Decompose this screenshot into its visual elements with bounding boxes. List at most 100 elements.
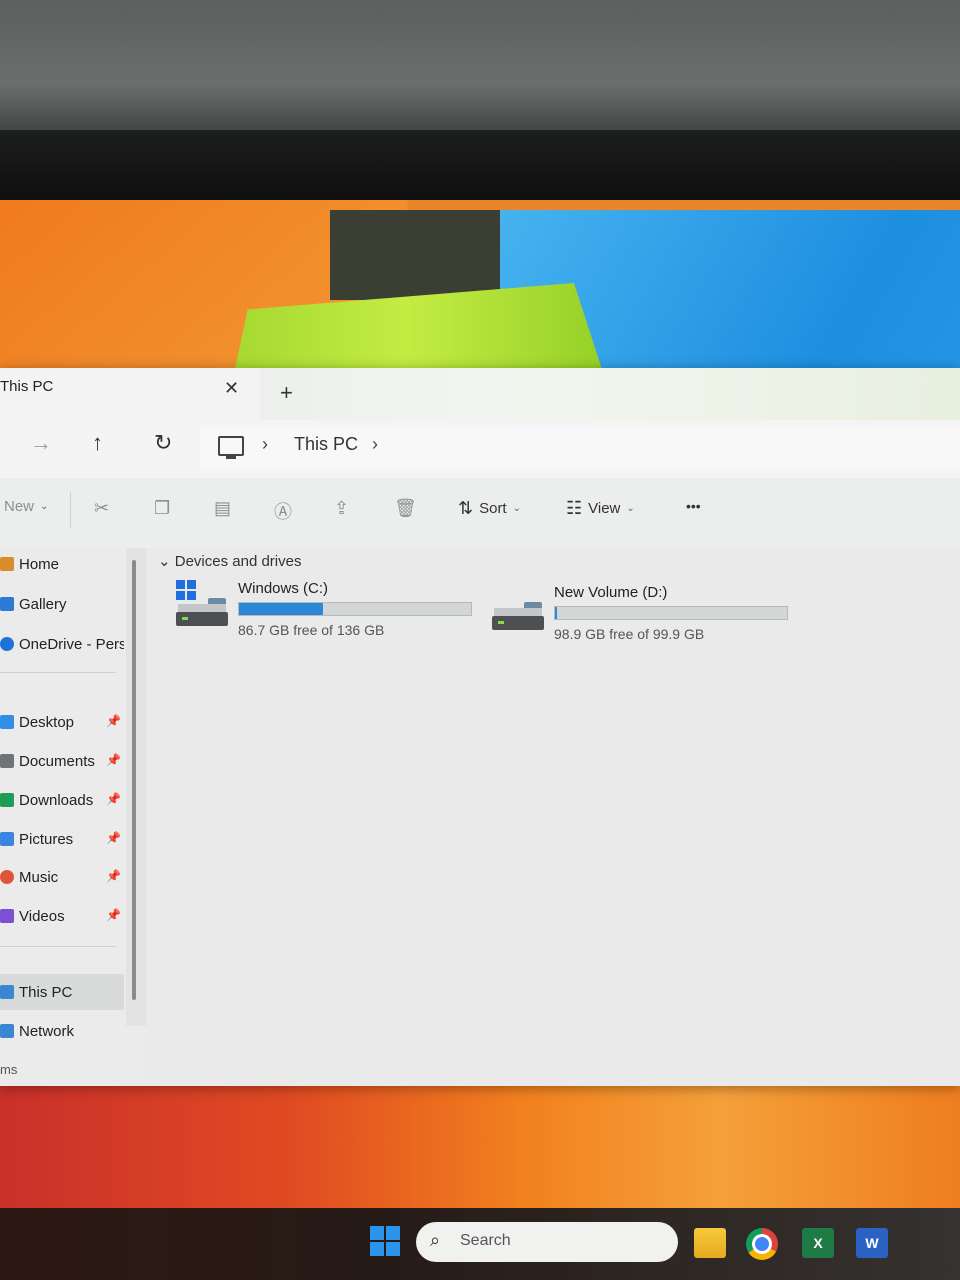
chevron-down-icon[interactable]: ⌄ [158, 553, 171, 570]
scrollbar-thumb[interactable] [132, 560, 136, 1000]
drive-free-space: 98.9 GB free of 99.9 GB [554, 626, 705, 642]
sidebar-item-label: Downloads [19, 791, 94, 809]
sidebar-item-gallery[interactable]: Gallery [0, 588, 124, 620]
drive-d[interactable]: New Volume (D:) 98.9 GB free of 99.9 GB [492, 584, 792, 654]
music-icon [0, 870, 14, 884]
drive-name: New Volume (D:) [554, 584, 668, 601]
onedrive-icon [0, 637, 14, 651]
cut-button[interactable]: ✂ [94, 498, 109, 519]
pin-icon[interactable]: 📌 [106, 714, 121, 728]
pictures-icon [0, 832, 14, 846]
view-icon: ☷ [566, 498, 583, 518]
sidebar-divider [0, 672, 116, 673]
drive-c[interactable]: Windows (C:) 86.7 GB free of 136 GB [176, 580, 476, 650]
drive-body [492, 616, 544, 630]
videos-icon [0, 909, 14, 923]
toolbar-divider [70, 492, 71, 528]
copy-icon: ❐ [154, 498, 171, 518]
delete-icon: 🗑 [394, 498, 417, 518]
up-button[interactable]: ↑ [92, 430, 103, 456]
wallpaper-dark [330, 210, 500, 300]
sidebar-item-pictures[interactable]: Pictures 📌 [0, 823, 124, 855]
sidebar-item-label: Gallery [19, 595, 67, 613]
pin-icon[interactable]: 📌 [106, 869, 121, 883]
sidebar-item-videos[interactable]: Videos 📌 [0, 900, 124, 932]
sort-button[interactable]: ⇅ Sort ⌄ [458, 498, 521, 519]
drive-usage-fill [239, 603, 323, 615]
close-tab-icon[interactable]: ✕ [224, 378, 239, 399]
sidebar-item-label: Network [19, 1022, 75, 1040]
drive-icon [176, 598, 228, 626]
drive-body [176, 612, 228, 626]
this-pc-icon [0, 985, 14, 999]
sidebar-item-onedrive[interactable]: OneDrive - Perso [0, 628, 124, 660]
view-label: View [588, 500, 621, 517]
delete-button[interactable]: 🗑 [394, 498, 417, 519]
breadcrumb-this-pc[interactable]: This PC [294, 434, 358, 455]
pin-icon[interactable]: 📌 [106, 792, 121, 806]
search-placeholder: Search [460, 1232, 511, 1249]
this-pc-icon[interactable] [218, 436, 244, 459]
paste-button[interactable]: ▤ [214, 498, 231, 519]
taskbar: ⌕ Search X W [0, 1208, 960, 1280]
start-button[interactable] [370, 1226, 400, 1256]
drive-usage-bar [238, 602, 472, 616]
copy-button[interactable]: ❐ [154, 498, 170, 519]
cut-icon: ✂ [94, 498, 110, 518]
file-explorer-taskbar-icon[interactable] [694, 1228, 726, 1258]
sidebar-item-desktop[interactable]: Desktop 📌 [0, 706, 124, 738]
tab-this-pc[interactable]: This PC ✕ [0, 368, 260, 420]
sidebar-item-network[interactable]: Network [0, 1015, 124, 1047]
rename-icon: Ⓐ [274, 502, 292, 522]
sidebar-item-documents[interactable]: Documents 📌 [0, 745, 124, 777]
sidebar-item-label: This PC [19, 983, 73, 1001]
background-wall [0, 0, 960, 140]
sidebar-item-home[interactable]: Home [0, 548, 124, 580]
word-taskbar-icon[interactable]: W [856, 1228, 888, 1258]
sidebar-item-music[interactable]: Music 📌 [0, 861, 124, 893]
chrome-taskbar-icon[interactable] [746, 1228, 778, 1260]
new-button[interactable]: New ⌄ [4, 498, 48, 515]
new-label: New [4, 498, 35, 515]
excel-taskbar-icon[interactable]: X [802, 1228, 834, 1258]
sidebar-item-label: Pictures [19, 830, 74, 848]
pin-icon[interactable]: 📌 [106, 831, 121, 845]
desktop-icon [0, 715, 14, 729]
sidebar-item-this-pc[interactable]: This PC [0, 974, 124, 1010]
refresh-button[interactable]: ↻ [154, 430, 172, 456]
sidebar-item-label: OneDrive - Perso [19, 635, 124, 653]
breadcrumb-chevron[interactable]: › [262, 434, 268, 455]
rename-button[interactable]: Ⓐ [274, 498, 292, 524]
forward-button[interactable]: → [30, 430, 52, 456]
new-tab-button[interactable]: + [280, 380, 293, 406]
home-icon [0, 557, 14, 571]
network-icon [0, 1024, 14, 1038]
sidebar-item-label: Desktop [19, 713, 75, 731]
downloads-icon [0, 793, 14, 807]
taskbar-search[interactable]: ⌕ Search [416, 1222, 678, 1262]
drive-usage-bar [554, 606, 788, 620]
sidebar-item-label: Music [19, 868, 59, 886]
sidebar-scrollbar[interactable] [126, 548, 146, 1026]
pin-icon[interactable]: 📌 [106, 908, 121, 922]
documents-icon [0, 754, 14, 768]
view-button[interactable]: ☷ View ⌄ [566, 498, 635, 519]
group-header[interactable]: ⌄ Devices and drives [158, 552, 301, 570]
breadcrumb-chevron[interactable]: › [372, 434, 378, 455]
chevron-down-icon: ⌄ [512, 503, 521, 514]
command-bar: New ⌄ ✂ ❐ ▤ Ⓐ ⇪ 🗑 ⇅ Sort ⌄ ☷ View ⌄ ••• [0, 478, 960, 549]
gallery-icon [0, 597, 14, 611]
pin-icon[interactable]: 📌 [106, 753, 121, 767]
monitor-bezel [0, 130, 960, 318]
share-icon: ⇪ [334, 498, 350, 518]
sidebar-item-label: Home [19, 555, 60, 573]
sort-label: Sort [479, 500, 507, 517]
sidebar-item-downloads[interactable]: Downloads 📌 [0, 784, 124, 816]
title-bar: This PC ✕ + [0, 368, 960, 420]
sort-icon: ⇅ [458, 498, 474, 518]
chevron-down-icon: ⌄ [40, 501, 49, 512]
address-bar[interactable]: › This PC › [200, 428, 960, 468]
content-pane: ⌄ Devices and drives Windows (C:) 86.7 G… [146, 548, 960, 1086]
share-button[interactable]: ⇪ [334, 498, 349, 519]
more-options-button[interactable]: ••• [686, 498, 701, 514]
